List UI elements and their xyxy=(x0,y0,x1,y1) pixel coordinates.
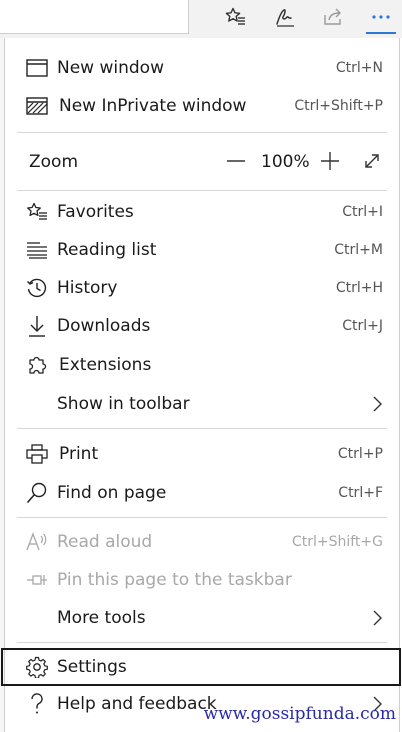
shortcut-text: Ctrl+H xyxy=(335,280,383,296)
browser-toolbar xyxy=(0,0,402,38)
pin-icon xyxy=(25,568,49,592)
menu-item-label: More tools xyxy=(57,608,146,628)
menu-item-read-aloud: Read aloud Ctrl+Shift+G xyxy=(5,524,399,560)
shortcut-text: Ctrl+J xyxy=(342,318,383,334)
menu-item-label: Read aloud xyxy=(57,532,153,552)
zoom-label: Zoom xyxy=(29,152,79,172)
menu-item-print[interactable]: Print Ctrl+P xyxy=(5,436,399,472)
menu-item-label: Find on page xyxy=(57,483,167,503)
chevron-right-icon xyxy=(371,395,383,413)
pen-icon[interactable] xyxy=(270,3,300,31)
menu-divider xyxy=(17,642,387,643)
history-clock-icon xyxy=(25,276,49,300)
menu-item-label: Extensions xyxy=(59,355,152,375)
menu-item-label: New InPrivate window xyxy=(59,96,247,116)
share-icon[interactable] xyxy=(318,3,348,31)
address-bar[interactable] xyxy=(0,0,189,34)
shortcut-text: Ctrl+M xyxy=(334,242,383,258)
menu-item-label: Reading list xyxy=(57,240,157,260)
zoom-in-icon[interactable] xyxy=(317,148,343,174)
menu-item-label: Downloads xyxy=(57,316,151,336)
menu-item-label: Settings xyxy=(57,657,127,677)
menu-divider xyxy=(17,132,387,133)
more-dots-icon[interactable] xyxy=(366,2,396,34)
menu-divider xyxy=(17,190,387,191)
puzzle-piece-icon xyxy=(25,353,49,377)
question-mark-icon xyxy=(25,692,49,716)
shortcut-text: Ctrl+F xyxy=(338,485,383,501)
menu-item-show-in-toolbar[interactable]: Show in toolbar xyxy=(5,386,399,422)
inprivate-icon xyxy=(25,94,49,118)
menu-item-downloads[interactable]: Downloads Ctrl+J xyxy=(5,308,399,344)
menu-item-label: History xyxy=(57,278,118,298)
menu-item-label: Favorites xyxy=(57,202,134,222)
favorites-star-icon[interactable] xyxy=(220,3,250,31)
zoom-out-icon[interactable] xyxy=(223,148,249,174)
menu-item-history[interactable]: History Ctrl+H xyxy=(5,270,399,306)
download-arrow-icon xyxy=(25,314,49,338)
shortcut-text: Ctrl+Shift+P xyxy=(294,98,383,114)
watermark-text: www.gossipfunda.com xyxy=(203,704,396,724)
read-aloud-icon xyxy=(25,530,49,554)
shortcut-text: Ctrl+P xyxy=(337,446,383,462)
zoom-level: 100% xyxy=(261,152,310,172)
settings-and-more-menu: New window Ctrl+N New InPrivate window C… xyxy=(1,38,401,732)
menu-item-label: Show in toolbar xyxy=(57,394,190,414)
gear-icon xyxy=(25,655,49,679)
menu-item-new-window[interactable]: New window Ctrl+N xyxy=(5,50,399,86)
chevron-right-icon xyxy=(371,609,383,627)
menu-item-settings[interactable]: Settings xyxy=(1,648,401,686)
menu-item-pin-taskbar: Pin this page to the taskbar xyxy=(5,562,399,598)
menu-item-reading-list[interactable]: Reading list Ctrl+M xyxy=(5,232,399,268)
reading-list-icon xyxy=(25,238,49,262)
shortcut-text: Ctrl+I xyxy=(342,204,383,220)
menu-divider xyxy=(17,428,387,429)
favorites-star-icon xyxy=(25,200,49,224)
menu-divider xyxy=(17,517,387,518)
menu-item-label: New window xyxy=(57,58,164,78)
menu-item-extensions[interactable]: Extensions xyxy=(5,347,399,383)
shortcut-text: Ctrl+N xyxy=(335,60,383,76)
menu-item-new-inprivate-window[interactable]: New InPrivate window Ctrl+Shift+P xyxy=(5,88,399,124)
menu-item-favorites[interactable]: Favorites Ctrl+I xyxy=(5,194,399,230)
printer-icon xyxy=(25,442,49,466)
window-icon xyxy=(25,56,49,80)
shortcut-text: Ctrl+Shift+G xyxy=(291,534,383,550)
menu-item-label: Help and feedback xyxy=(57,694,217,714)
zoom-row: Zoom 100% xyxy=(5,142,399,182)
search-icon xyxy=(25,481,49,505)
menu-item-more-tools[interactable]: More tools xyxy=(5,600,399,636)
menu-item-label: Pin this page to the taskbar xyxy=(57,570,292,590)
fullscreen-icon[interactable] xyxy=(359,148,385,174)
menu-item-find-on-page[interactable]: Find on page Ctrl+F xyxy=(5,475,399,511)
menu-item-label: Print xyxy=(59,444,99,464)
